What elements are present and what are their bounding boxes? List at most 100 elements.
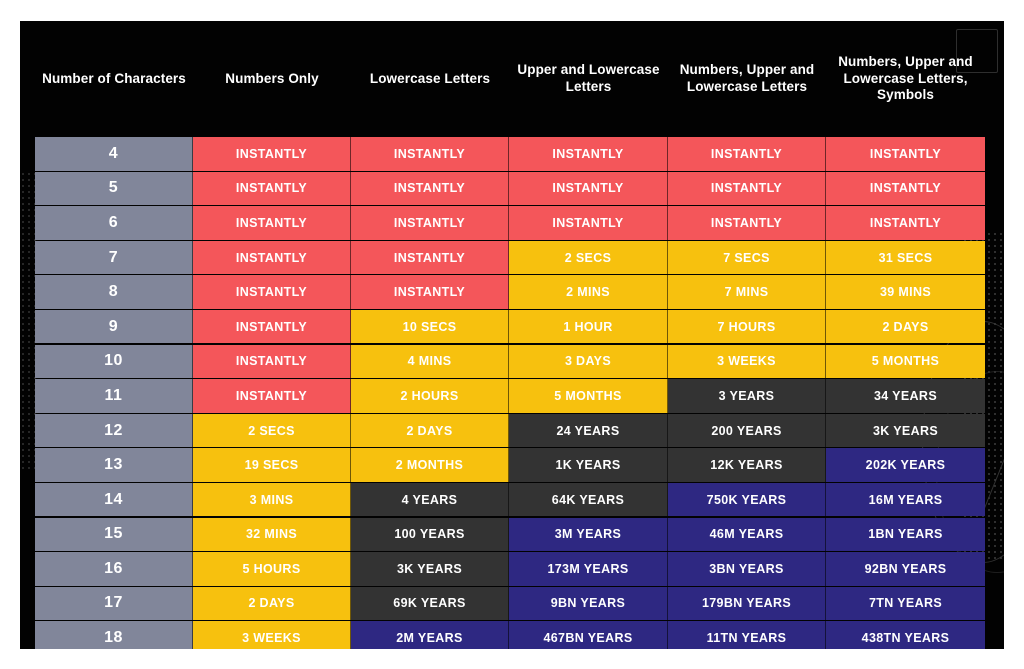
crack-time-cell: 3K YEARS	[826, 413, 985, 448]
crack-time-cell: 2 DAYS	[193, 586, 351, 621]
row-label-character-count: 11	[35, 379, 193, 413]
crack-time-cell: 2M YEARS	[351, 621, 509, 649]
table-header-row: Number of Characters Numbers Only Lowerc…	[35, 21, 985, 137]
crack-time-cell: INSTANTLY	[193, 206, 351, 240]
crack-time-cell: INSTANTLY	[193, 171, 351, 206]
table-row: 4 INSTANTLY INSTANTLY INSTANTLY INSTANTLY INS…	[35, 137, 985, 171]
table-row: 18 3 WEEKS 2M YEARS 467BN YEARS 11TN YEARS 43…	[35, 621, 985, 649]
crack-time-cell: INSTANTLY	[193, 137, 351, 171]
table-row: 16 5 HOURS 3K YEARS 173M YEARS 3BN YEARS 92BN…	[35, 552, 985, 586]
crack-time-cell: 3BN YEARS	[668, 552, 826, 586]
crack-time-cell: 2 SECS	[193, 413, 351, 448]
table-row: 6 INSTANTLY INSTANTLY INSTANTLY INSTANTLY INS…	[35, 206, 985, 240]
crack-time-cell: 39 MINS	[826, 275, 985, 309]
crack-time-cell: 2 HOURS	[351, 379, 509, 413]
crack-time-cell: 2 DAYS	[826, 309, 985, 344]
crack-time-cell: INSTANTLY	[509, 137, 668, 171]
crack-time-cell: 100 YEARS	[351, 517, 509, 552]
crack-time-cell: INSTANTLY	[826, 171, 985, 206]
slash-line-icon	[983, 452, 1004, 510]
crack-time-cell: 467BN YEARS	[509, 621, 668, 649]
crack-time-cell: INSTANTLY	[193, 275, 351, 309]
crack-time-cell: INSTANTLY	[668, 206, 826, 240]
crack-time-cell: INSTANTLY	[351, 240, 509, 275]
column-header-numbers-only: Numbers Only	[225, 70, 319, 86]
crack-time-cell: INSTANTLY	[193, 344, 351, 379]
crack-time-cell: 11TN YEARS	[668, 621, 826, 649]
crack-time-cell: INSTANTLY	[509, 206, 668, 240]
row-label-character-count: 12	[35, 413, 193, 448]
crack-time-cell: 1K YEARS	[509, 448, 668, 482]
crack-time-cell: 5 HOURS	[193, 552, 351, 586]
crack-time-cell: INSTANTLY	[351, 171, 509, 206]
crack-time-cell: INSTANTLY	[193, 309, 351, 344]
page-root: Number of Characters Numbers Only Lowerc…	[0, 0, 1024, 669]
crack-time-cell: 31 SECS	[826, 240, 985, 275]
crack-time-cell: 2 MONTHS	[351, 448, 509, 482]
crack-time-cell: 5 MONTHS	[826, 344, 985, 379]
column-header-upper-and-lowercase-letters: Upper and Lowercase Letters	[517, 62, 660, 94]
column-header-numbers-upper-and-lowercase-letters: Numbers, Upper and Lowercase Letters	[679, 62, 815, 94]
crack-time-cell: 69K YEARS	[351, 586, 509, 621]
row-label-character-count: 9	[35, 309, 193, 344]
crack-time-cell: 5 MONTHS	[509, 379, 668, 413]
table-row: 10 INSTANTLY 4 MINS 3 DAYS 3 WEEKS 5 MONTHS	[35, 344, 985, 379]
table-row: 5 INSTANTLY INSTANTLY INSTANTLY INSTANTLY INS…	[35, 171, 985, 206]
row-label-character-count: 7	[35, 240, 193, 275]
crack-time-cell: 750K YEARS	[668, 482, 826, 517]
crack-time-cell: 179BN YEARS	[668, 586, 826, 621]
crack-time-cell: INSTANTLY	[351, 275, 509, 309]
crack-time-cell: 3 YEARS	[668, 379, 826, 413]
crack-time-cell: 64K YEARS	[509, 482, 668, 517]
crack-time-cell: INSTANTLY	[351, 206, 509, 240]
crack-time-cell: INSTANTLY	[826, 206, 985, 240]
crack-time-cell: INSTANTLY	[193, 379, 351, 413]
crack-time-cell: 7 MINS	[668, 275, 826, 309]
crack-time-cell: INSTANTLY	[826, 137, 985, 171]
table-row: 17 2 DAYS 69K YEARS 9BN YEARS 179BN YEARS 7TN…	[35, 586, 985, 621]
crack-time-cell: 1 HOUR	[509, 309, 668, 344]
crack-time-cell: 12K YEARS	[668, 448, 826, 482]
crack-time-cell: 2 MINS	[509, 275, 668, 309]
crack-time-cell: 46M YEARS	[668, 517, 826, 552]
crack-time-cell: 7 SECS	[668, 240, 826, 275]
row-label-character-count: 17	[35, 586, 193, 621]
crack-time-cell: 7 HOURS	[668, 309, 826, 344]
crack-time-cell: INSTANTLY	[509, 171, 668, 206]
crack-time-cell: 202K YEARS	[826, 448, 985, 482]
crack-time-cell: 16M YEARS	[826, 482, 985, 517]
crack-time-cell: 32 MINS	[193, 517, 351, 552]
crack-time-cell: 7TN YEARS	[826, 586, 985, 621]
row-label-character-count: 16	[35, 552, 193, 586]
column-header-numbers-upper-lowercase-symbols: Numbers, Upper and Lowercase Letters, Sy…	[838, 53, 973, 103]
crack-time-cell: 3M YEARS	[509, 517, 668, 552]
crack-time-cell: INSTANTLY	[193, 240, 351, 275]
crack-time-cell: 200 YEARS	[668, 413, 826, 448]
crack-time-cell: 19 SECS	[193, 448, 351, 482]
table-row: 8 INSTANTLY INSTANTLY 2 MINS 7 MINS 39 MINS	[35, 275, 985, 309]
crack-time-cell: 92BN YEARS	[826, 552, 985, 586]
table-row: 12 2 SECS 2 DAYS 24 YEARS 200 YEARS 3K YEARS	[35, 413, 985, 448]
crack-time-cell: INSTANTLY	[668, 137, 826, 171]
row-label-character-count: 5	[35, 171, 193, 206]
crack-time-cell: 24 YEARS	[509, 413, 668, 448]
row-label-character-count: 15	[35, 517, 193, 552]
table-row: 14 3 MINS 4 YEARS 64K YEARS 750K YEARS 16M YE…	[35, 482, 985, 517]
crack-time-cell: 3K YEARS	[351, 552, 509, 586]
row-label-character-count: 4	[35, 137, 193, 171]
crack-time-cell: 4 YEARS	[351, 482, 509, 517]
crack-time-cell: 3 MINS	[193, 482, 351, 517]
crack-time-cell: INSTANTLY	[351, 137, 509, 171]
table-row: 11 INSTANTLY 2 HOURS 5 MONTHS 3 YEARS 34 YEAR…	[35, 379, 985, 413]
row-label-character-count: 13	[35, 448, 193, 482]
crack-time-cell: 4 MINS	[351, 344, 509, 379]
crack-time-cell: 9BN YEARS	[509, 586, 668, 621]
row-label-character-count: 18	[35, 621, 193, 649]
crack-time-cell: 2 SECS	[509, 240, 668, 275]
column-header-number-of-characters: Number of Characters	[42, 70, 186, 86]
crack-time-cell: 438TN YEARS	[826, 621, 985, 649]
row-label-character-count: 8	[35, 275, 193, 309]
table-row: 15 32 MINS 100 YEARS 3M YEARS 46M YEARS 1BN Y…	[35, 517, 985, 552]
password-table-panel: Number of Characters Numbers Only Lowerc…	[20, 21, 1004, 649]
crack-time-cell: 3 WEEKS	[668, 344, 826, 379]
